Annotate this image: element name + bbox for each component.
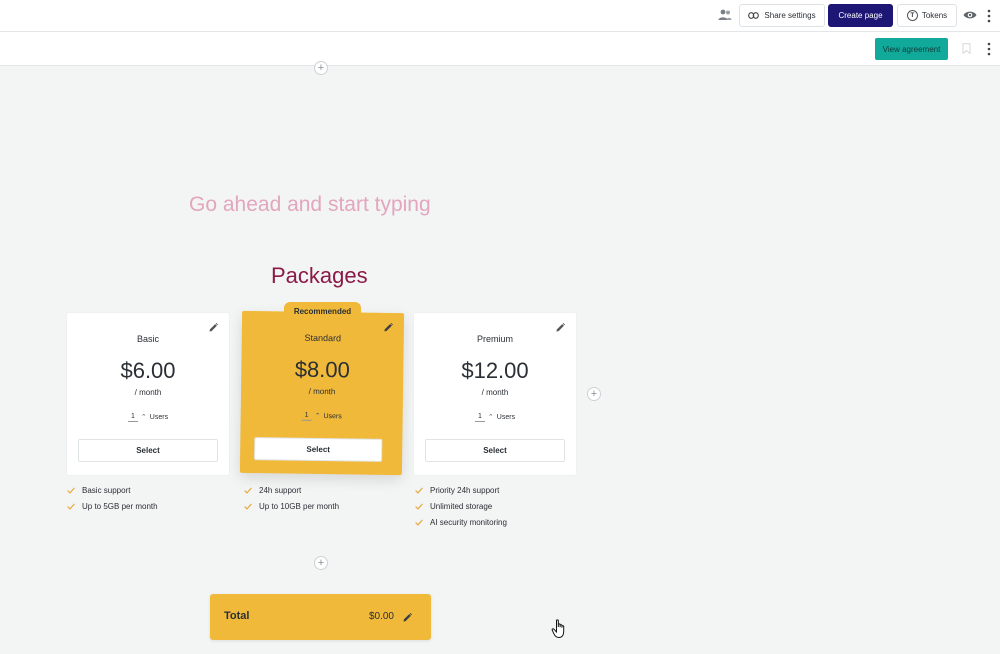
add-block-button[interactable]: + xyxy=(314,61,328,75)
quantity-stepper[interactable]: ⌃ xyxy=(488,414,494,421)
list-item: Basic support xyxy=(67,482,158,498)
select-button[interactable]: Select xyxy=(254,437,383,462)
package-period: / month xyxy=(308,386,336,397)
users-label: Users xyxy=(496,414,516,421)
bookmark-icon[interactable] xyxy=(962,43,971,54)
package-price: $12.00 xyxy=(461,358,529,383)
check-icon xyxy=(415,487,423,494)
feature-text: Up to 10GB per month xyxy=(259,501,340,511)
package-period: / month xyxy=(134,388,162,397)
hand-cursor-icon xyxy=(551,619,565,639)
share-settings-label: Share settings xyxy=(764,11,816,20)
check-icon xyxy=(244,487,252,494)
package-name: Standard xyxy=(304,332,342,344)
feature-list-basic: Basic support Up to 5GB per month xyxy=(67,482,158,514)
users-quantity: 1 ⌃ Users xyxy=(241,411,403,422)
users-quantity: 1 ⌃ Users xyxy=(67,413,229,422)
top-toolbar: Share settings Create page T Tokens xyxy=(0,0,1000,32)
total-label: Total xyxy=(224,610,250,622)
list-item: Unlimited storage xyxy=(415,498,507,514)
feature-text: Priority 24h support xyxy=(430,485,500,495)
create-page-button[interactable]: Create page xyxy=(828,4,893,27)
document-toolbar: View agreement xyxy=(0,32,1000,66)
package-price: $6.00 xyxy=(120,358,176,383)
link-icon xyxy=(748,12,760,19)
kebab-menu-icon[interactable] xyxy=(986,8,992,24)
tokens-button[interactable]: T Tokens xyxy=(897,4,957,27)
quantity-input[interactable]: 1 xyxy=(127,413,138,422)
package-card-standard[interactable]: Standard $8.00 / month 1 ⌃ Users Select xyxy=(239,310,405,476)
feature-text: AI security monitoring xyxy=(430,517,507,527)
package-card-basic[interactable]: Basic $6.00 / month 1 ⌃ Users Select xyxy=(67,313,229,475)
users-label: Users xyxy=(149,414,169,421)
quantity-input[interactable]: 1 xyxy=(301,411,312,421)
add-column-button[interactable]: + xyxy=(587,387,601,401)
editor-placeholder[interactable]: Go ahead and start typing xyxy=(189,193,431,217)
pencil-icon[interactable] xyxy=(403,613,412,622)
view-agreement-button[interactable]: View agreement xyxy=(875,38,948,60)
pencil-icon[interactable] xyxy=(556,323,565,332)
quantity-stepper[interactable]: ⌃ xyxy=(315,413,321,420)
feature-list-standard: 24h support Up to 10GB per month xyxy=(244,482,339,514)
select-button[interactable]: Select xyxy=(78,439,218,462)
feature-text: Basic support xyxy=(82,485,131,495)
check-icon xyxy=(67,487,75,494)
list-item: Priority 24h support xyxy=(415,482,507,498)
token-icon: T xyxy=(906,10,918,21)
list-item: Up to 5GB per month xyxy=(67,498,158,514)
package-name: Basic xyxy=(136,334,159,344)
quantity-input[interactable]: 1 xyxy=(474,413,485,422)
feature-text: Unlimited storage xyxy=(430,501,493,511)
users-label: Users xyxy=(323,413,342,421)
eye-icon[interactable] xyxy=(963,9,977,21)
check-icon xyxy=(67,503,75,510)
list-item: AI security monitoring xyxy=(415,514,507,530)
check-icon xyxy=(415,519,423,526)
tokens-label: Tokens xyxy=(921,11,948,20)
pencil-icon[interactable] xyxy=(384,322,393,332)
select-button[interactable]: Select xyxy=(425,439,565,462)
feature-text: 24h support xyxy=(259,485,302,495)
total-value: $0.00 xyxy=(368,611,394,622)
feature-list-premium: Priority 24h support Unlimited storage A… xyxy=(415,482,507,530)
list-item: 24h support xyxy=(244,482,339,498)
share-settings-button[interactable]: Share settings xyxy=(739,4,825,27)
package-card-premium[interactable]: Premium $12.00 / month 1 ⌃ Users Select xyxy=(414,313,576,475)
add-block-button[interactable]: + xyxy=(314,556,328,570)
pencil-icon[interactable] xyxy=(209,323,218,332)
package-name: Premium xyxy=(476,334,513,344)
feature-text: Up to 5GB per month xyxy=(82,501,158,511)
check-icon xyxy=(244,503,252,510)
package-price: $8.00 xyxy=(294,356,351,383)
users-icon[interactable] xyxy=(718,9,732,21)
section-title[interactable]: Packages xyxy=(271,263,368,289)
quantity-stepper[interactable]: ⌃ xyxy=(141,414,147,421)
kebab-menu-icon[interactable] xyxy=(986,41,992,57)
total-block[interactable]: Total $0.00 xyxy=(210,594,431,640)
users-quantity: 1 ⌃ Users xyxy=(414,413,576,422)
list-item: Up to 10GB per month xyxy=(244,498,339,514)
recommended-badge: Recommended xyxy=(284,302,361,320)
package-period: / month xyxy=(481,388,509,397)
check-icon xyxy=(415,503,423,510)
